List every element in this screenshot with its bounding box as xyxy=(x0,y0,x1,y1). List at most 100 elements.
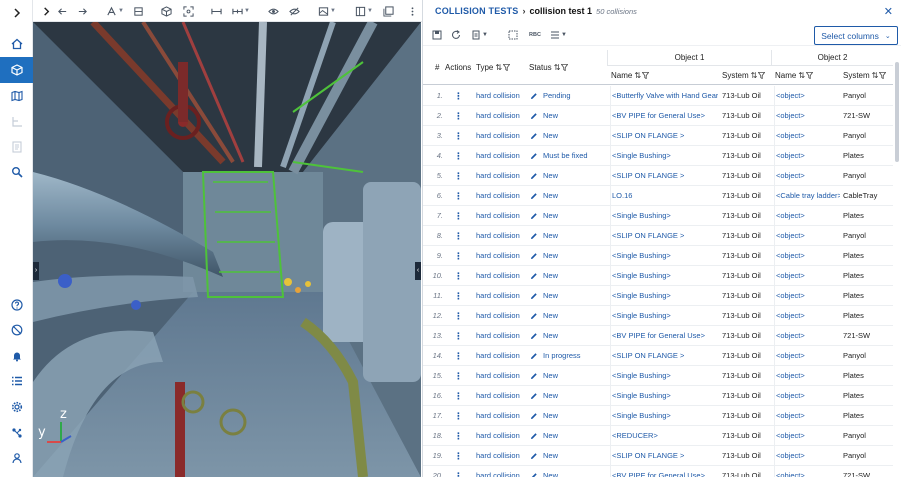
sort-icon[interactable]: ⇅ xyxy=(751,71,758,80)
edit-pencil-icon[interactable] xyxy=(530,392,538,400)
object1-name-link[interactable]: <Single Bushing> xyxy=(610,146,718,166)
layout-dropdown[interactable]: ▼ xyxy=(355,4,373,18)
table-row[interactable]: 20. ⋮ hard collision New <BV PIPE for Genera… xyxy=(423,466,893,477)
table-row[interactable]: 8. ⋮ hard collision New <SLIP ON FLANGE > 713… xyxy=(423,226,893,246)
header-status[interactable]: Status ⇅ xyxy=(529,63,569,72)
section-box-icon[interactable] xyxy=(133,4,144,18)
export-dropdown[interactable]: ▼ xyxy=(471,29,488,41)
cube-view-icon[interactable] xyxy=(161,4,172,18)
breadcrumb-section[interactable]: COLLISION TESTS xyxy=(435,6,519,16)
collision-type-link[interactable]: hard collision xyxy=(476,106,526,126)
collapse-chevron-icon[interactable] xyxy=(41,4,52,18)
row-actions-menu-icon[interactable]: ⋮ xyxy=(454,126,464,146)
status-cell[interactable]: Pending xyxy=(530,86,606,106)
table-row[interactable]: 2. ⋮ hard collision New <BV PIPE for General… xyxy=(423,106,893,126)
object2-name-link[interactable]: <object> xyxy=(774,426,840,446)
map-icon[interactable] xyxy=(0,83,33,109)
search-icon[interactable] xyxy=(0,159,33,185)
network-icon[interactable] xyxy=(0,420,33,446)
status-cell[interactable]: New xyxy=(530,106,606,126)
row-actions-menu-icon[interactable]: ⋮ xyxy=(454,106,464,126)
filter-icon[interactable] xyxy=(642,72,650,79)
status-cell[interactable]: New xyxy=(530,266,606,286)
object2-name-link[interactable]: <object> xyxy=(774,346,840,366)
collision-type-link[interactable]: hard collision xyxy=(476,426,526,446)
object2-name-link[interactable]: <object> xyxy=(774,126,840,146)
status-cell[interactable]: New xyxy=(530,246,606,266)
object2-name-link[interactable]: <object> xyxy=(774,266,840,286)
sort-icon[interactable]: ⇅ xyxy=(554,63,561,72)
select-area-icon[interactable] xyxy=(508,29,518,41)
object2-name-link[interactable]: <object> xyxy=(774,446,840,466)
object1-name-link[interactable]: LO.16 xyxy=(610,186,718,206)
table-row[interactable]: 18. ⋮ hard collision New <REDUCER> 713-Lub Oi… xyxy=(423,426,893,446)
rbc-button[interactable]: RBC xyxy=(529,29,541,41)
edit-pencil-icon[interactable] xyxy=(530,312,538,320)
row-actions-menu-icon[interactable]: ⋮ xyxy=(454,286,464,306)
list-options-dropdown[interactable]: ▼ xyxy=(550,29,567,41)
status-cell[interactable]: New xyxy=(530,286,606,306)
status-cell[interactable]: In progress xyxy=(530,346,606,366)
edit-pencil-icon[interactable] xyxy=(530,332,538,340)
home-icon[interactable] xyxy=(0,31,33,57)
more-vertical-icon[interactable] xyxy=(407,4,418,18)
collision-type-link[interactable]: hard collision xyxy=(476,346,526,366)
visibility-icon[interactable] xyxy=(268,4,279,18)
object2-name-link[interactable]: <object> xyxy=(774,326,840,346)
object1-name-link[interactable]: <Single Bushing> xyxy=(610,406,718,426)
list-icon[interactable] xyxy=(0,368,33,394)
object2-name-link[interactable]: <object> xyxy=(774,366,840,386)
filter-icon[interactable] xyxy=(758,72,766,79)
table-row[interactable]: 14. ⋮ hard collision In progress <SLIP ON FL… xyxy=(423,346,893,366)
sort-icon[interactable]: ⇅ xyxy=(798,71,805,80)
table-row[interactable]: 16. ⋮ hard collision New <Single Bushing> 713… xyxy=(423,386,893,406)
status-cell[interactable]: New xyxy=(530,466,606,477)
text-style-dropdown[interactable]: ▼ xyxy=(106,4,124,18)
help-icon[interactable] xyxy=(0,292,33,318)
edit-pencil-icon[interactable] xyxy=(530,232,538,240)
row-actions-menu-icon[interactable]: ⋮ xyxy=(454,166,464,186)
collision-type-link[interactable]: hard collision xyxy=(476,306,526,326)
filter-icon[interactable] xyxy=(806,72,814,79)
row-actions-menu-icon[interactable]: ⋮ xyxy=(454,266,464,286)
collision-type-link[interactable]: hard collision xyxy=(476,126,526,146)
edit-pencil-icon[interactable] xyxy=(530,272,538,280)
row-actions-menu-icon[interactable]: ⋮ xyxy=(454,246,464,266)
edit-pencil-icon[interactable] xyxy=(530,252,538,260)
collision-type-link[interactable]: hard collision xyxy=(476,366,526,386)
status-cell[interactable]: New xyxy=(530,186,606,206)
visibility-off-icon[interactable] xyxy=(0,317,33,343)
row-actions-menu-icon[interactable]: ⋮ xyxy=(454,446,464,466)
row-actions-menu-icon[interactable]: ⋮ xyxy=(454,186,464,206)
header-o1-system[interactable]: System ⇅ xyxy=(722,71,766,80)
object2-name-link[interactable]: <object> xyxy=(774,406,840,426)
table-row[interactable]: 17. ⋮ hard collision New <Single Bushing> 713… xyxy=(423,406,893,426)
close-icon[interactable]: ✕ xyxy=(884,5,893,18)
edit-pencil-icon[interactable] xyxy=(530,452,538,460)
object2-name-link[interactable]: <object> xyxy=(774,106,840,126)
object2-name-link[interactable]: <object> xyxy=(774,246,840,266)
edit-pencil-icon[interactable] xyxy=(530,92,538,100)
object1-name-link[interactable]: <SLIP ON FLANGE > xyxy=(610,226,718,246)
object2-name-link[interactable]: <object> xyxy=(774,166,840,186)
status-cell[interactable]: New xyxy=(530,326,606,346)
collision-type-link[interactable]: hard collision xyxy=(476,446,526,466)
row-actions-menu-icon[interactable]: ⋮ xyxy=(454,86,464,106)
status-cell[interactable]: New xyxy=(530,206,606,226)
table-row[interactable]: 7. ⋮ hard collision New <Single Bushing> 713-… xyxy=(423,206,893,226)
object2-name-link[interactable]: <object> xyxy=(774,466,840,477)
filter-icon[interactable] xyxy=(503,64,511,71)
object1-name-link[interactable]: <SLIP ON FLANGE > xyxy=(610,446,718,466)
header-o2-name[interactable]: Name ⇅ xyxy=(775,71,814,80)
object1-name-link[interactable]: <Single Bushing> xyxy=(610,266,718,286)
fit-view-icon[interactable] xyxy=(183,4,194,18)
right-collapse-handle[interactable]: ‹ xyxy=(415,262,421,280)
edit-pencil-icon[interactable] xyxy=(530,352,538,360)
object2-name-link[interactable]: <object> xyxy=(774,226,840,246)
status-cell[interactable]: New xyxy=(530,166,606,186)
table-row[interactable]: 1. ⋮ hard collision Pending <Butterfly Valve… xyxy=(423,86,893,106)
object1-name-link[interactable]: <SLIP ON FLANGE > xyxy=(610,126,718,146)
table-row[interactable]: 9. ⋮ hard collision New <Single Bushing> 713-… xyxy=(423,246,893,266)
row-actions-menu-icon[interactable]: ⋮ xyxy=(454,146,464,166)
edit-pencil-icon[interactable] xyxy=(530,172,538,180)
